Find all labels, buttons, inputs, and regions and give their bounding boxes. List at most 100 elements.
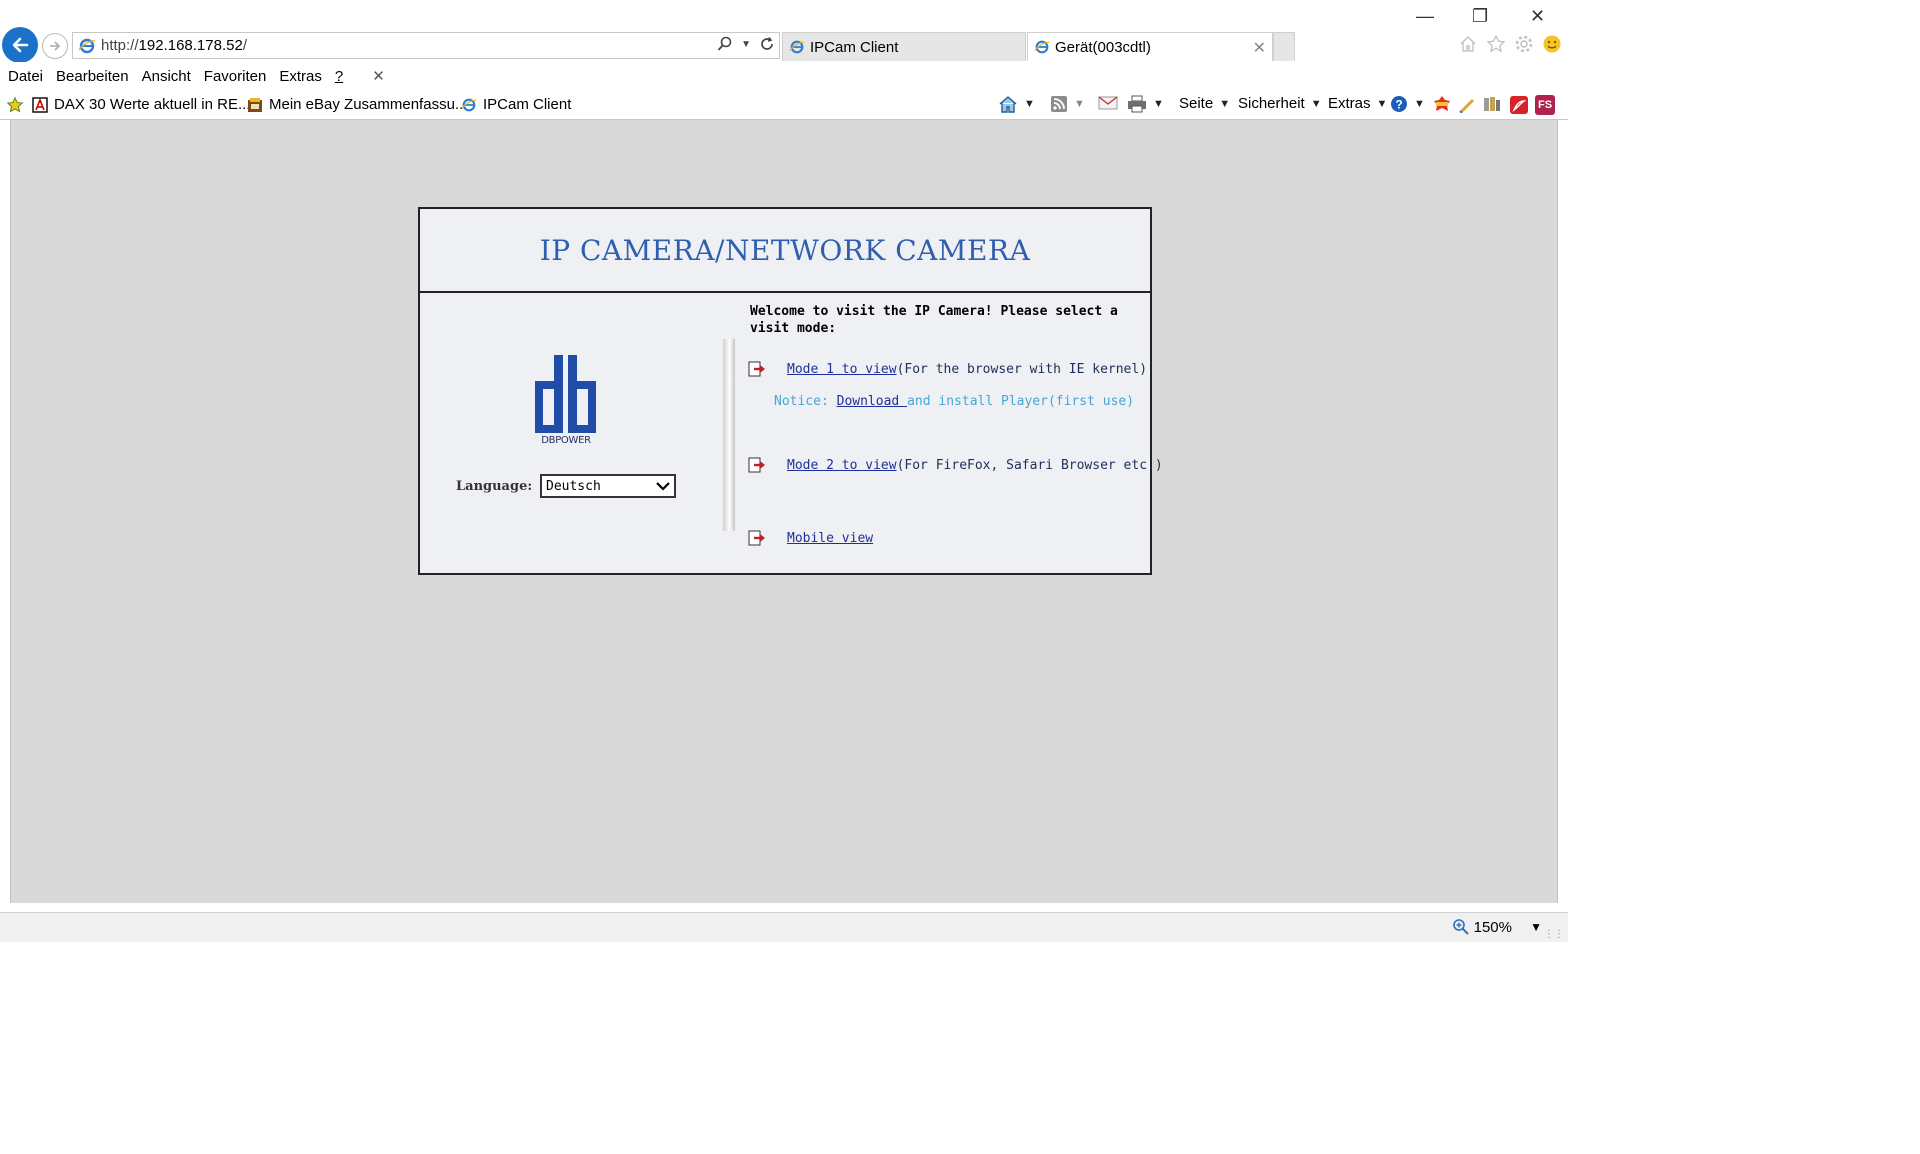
browser-toolbar: http://192.168.178.52/ ▼ IPCam Client Ge…: [0, 0, 1568, 63]
extras-menu[interactable]: Extras ▼: [1328, 95, 1387, 112]
help-button[interactable]: ? ▼: [1390, 95, 1425, 113]
star-icon[interactable]: [1486, 34, 1506, 54]
chevron-down-icon: [656, 482, 670, 491]
enter-arrow-icon: [748, 361, 765, 377]
camera-login-panel: IP CAMERA/NETWORK CAMERA DBPOWER Languag…: [418, 207, 1163, 575]
help-icon: ?: [1391, 96, 1407, 112]
gear-icon[interactable]: [1514, 34, 1534, 54]
language-selected-value: Deutsch: [546, 478, 601, 494]
mode1-description: (For the browser with IE kernel): [896, 361, 1148, 377]
menu-bearbeiten[interactable]: Bearbeiten: [56, 68, 129, 85]
addon-fs-button[interactable]: FS: [1535, 95, 1555, 115]
addon-acrobat-icon[interactable]: [1509, 95, 1529, 115]
zoom-icon: [1452, 919, 1469, 935]
tab-label: Gerät(003cdtl): [1055, 38, 1151, 56]
close-window-icon[interactable]: ✕: [1530, 6, 1545, 27]
favorites-star-icon[interactable]: [6, 96, 24, 114]
arrow-right-icon: [50, 41, 61, 51]
addon-pen-icon[interactable]: [1458, 95, 1476, 113]
mobile-view-link[interactable]: Mobile view: [787, 531, 873, 546]
favorites-bar: DAX 30 Werte aktuell in RE... Mein eBay …: [0, 90, 1568, 120]
chevron-down-icon[interactable]: ▼: [1530, 920, 1542, 934]
favorite-label: IPCam Client: [483, 96, 572, 113]
chevron-down-icon: ▼: [1219, 97, 1231, 110]
rss-icon: [1051, 96, 1067, 112]
search-icon[interactable]: [717, 36, 733, 52]
menu-datei[interactable]: Datei: [8, 68, 43, 85]
ie-icon: [461, 97, 477, 113]
notice-prefix: Notice:: [774, 394, 837, 409]
extras-menu-label: Extras: [1328, 95, 1371, 112]
close-tab-icon[interactable]: ✕: [1253, 38, 1266, 58]
search-dropdown-icon[interactable]: ▼: [741, 39, 751, 50]
print-button[interactable]: ▼: [1127, 95, 1164, 113]
new-tab-button[interactable]: [1273, 32, 1295, 61]
favorite-item-ipcam[interactable]: IPCam Client: [461, 96, 571, 113]
mobile-row: Mobile view: [748, 530, 873, 546]
page-title: IP CAMERA/NETWORK CAMERA: [539, 234, 1031, 267]
status-bar: 150% ▼ ⋮⋮: [0, 912, 1568, 942]
minimize-icon[interactable]: —: [1416, 6, 1434, 27]
home-button[interactable]: ▼: [998, 95, 1035, 113]
close-menu-icon[interactable]: ✕: [372, 67, 385, 85]
mode2-link[interactable]: Mode 2 to view: [787, 458, 897, 473]
mode2-row: Mode 2 to view (For FireFox, Safari Brow…: [748, 457, 1163, 473]
ie-icon: [1034, 40, 1050, 54]
zoom-control[interactable]: 150%: [1452, 918, 1512, 936]
back-button[interactable]: [2, 27, 38, 63]
mail-button[interactable]: [1098, 95, 1118, 111]
page-menu[interactable]: Seite ▼: [1179, 95, 1230, 112]
forward-button[interactable]: [42, 33, 68, 59]
panel-header: IP CAMERA/NETWORK CAMERA: [420, 209, 1150, 293]
security-menu[interactable]: Sicherheit ▼: [1238, 95, 1322, 112]
address-bar[interactable]: http://192.168.178.52/ ▼: [72, 32, 780, 59]
chevron-down-icon[interactable]: ▼: [1414, 98, 1425, 110]
restore-icon[interactable]: ❐: [1472, 6, 1488, 27]
arrow-left-icon: [12, 37, 29, 53]
language-label: Language:: [456, 479, 533, 494]
pdf-icon: [32, 96, 48, 113]
download-link[interactable]: Download: [837, 394, 907, 409]
chevron-down-icon[interactable]: ▼: [1153, 98, 1164, 110]
language-select[interactable]: Deutsch: [540, 474, 676, 498]
menu-extras[interactable]: Extras: [279, 68, 322, 85]
page-menu-label: Seite: [1179, 95, 1214, 112]
addon-fritz-icon[interactable]: [1432, 95, 1452, 113]
svg-text:?: ?: [1395, 98, 1402, 112]
menu-favoriten[interactable]: Favoriten: [204, 68, 267, 85]
welcome-text: Welcome to visit the IP Camera! Please s…: [750, 304, 1118, 336]
chevron-down-icon: ▼: [1376, 97, 1388, 110]
enter-arrow-icon: [748, 530, 765, 546]
addon-research-icon[interactable]: [1482, 95, 1502, 113]
ie-icon: [789, 40, 805, 54]
url-text: http://192.168.178.52/: [101, 37, 247, 54]
menu-ansicht[interactable]: Ansicht: [142, 68, 191, 85]
mail-icon: [1098, 96, 1118, 110]
svg-text:DBPOWER: DBPOWER: [541, 435, 591, 445]
ie-icon: [78, 37, 96, 59]
ebay-icon: [247, 97, 263, 113]
resize-grip-icon[interactable]: ⋮⋮: [1544, 929, 1564, 940]
favorite-item-ebay[interactable]: Mein eBay Zusammenfassu...: [247, 96, 467, 113]
fs-badge: FS: [1535, 95, 1555, 115]
page-viewport: IP CAMERA/NETWORK CAMERA DBPOWER Languag…: [10, 120, 1558, 903]
home-icon[interactable]: [1458, 34, 1478, 54]
tab-label: IPCam Client: [810, 38, 899, 56]
notice-text: Notice: Download and install Player(firs…: [774, 394, 1134, 409]
printer-icon: [1128, 95, 1146, 113]
smiley-icon[interactable]: [1542, 34, 1562, 54]
chevron-down-icon[interactable]: ▼: [1074, 98, 1085, 110]
mode1-link[interactable]: Mode 1 to view: [787, 362, 897, 377]
feeds-button[interactable]: ▼: [1050, 95, 1085, 113]
home-icon: [999, 96, 1017, 113]
enter-arrow-icon: [748, 457, 765, 473]
refresh-icon[interactable]: [759, 36, 775, 52]
tab-ipcam-client[interactable]: IPCam Client: [782, 32, 1026, 61]
chevron-down-icon[interactable]: ▼: [1024, 98, 1035, 110]
favorite-item-dax[interactable]: DAX 30 Werte aktuell in RE...: [32, 96, 250, 113]
tab-device[interactable]: Gerät(003cdtl) ✕: [1027, 32, 1273, 61]
menu-help[interactable]: ?: [335, 68, 343, 85]
chevron-down-icon: ▼: [1310, 97, 1322, 110]
favorite-label: Mein eBay Zusammenfassu...: [269, 96, 468, 113]
dbpower-logo: DBPOWER: [535, 355, 596, 445]
